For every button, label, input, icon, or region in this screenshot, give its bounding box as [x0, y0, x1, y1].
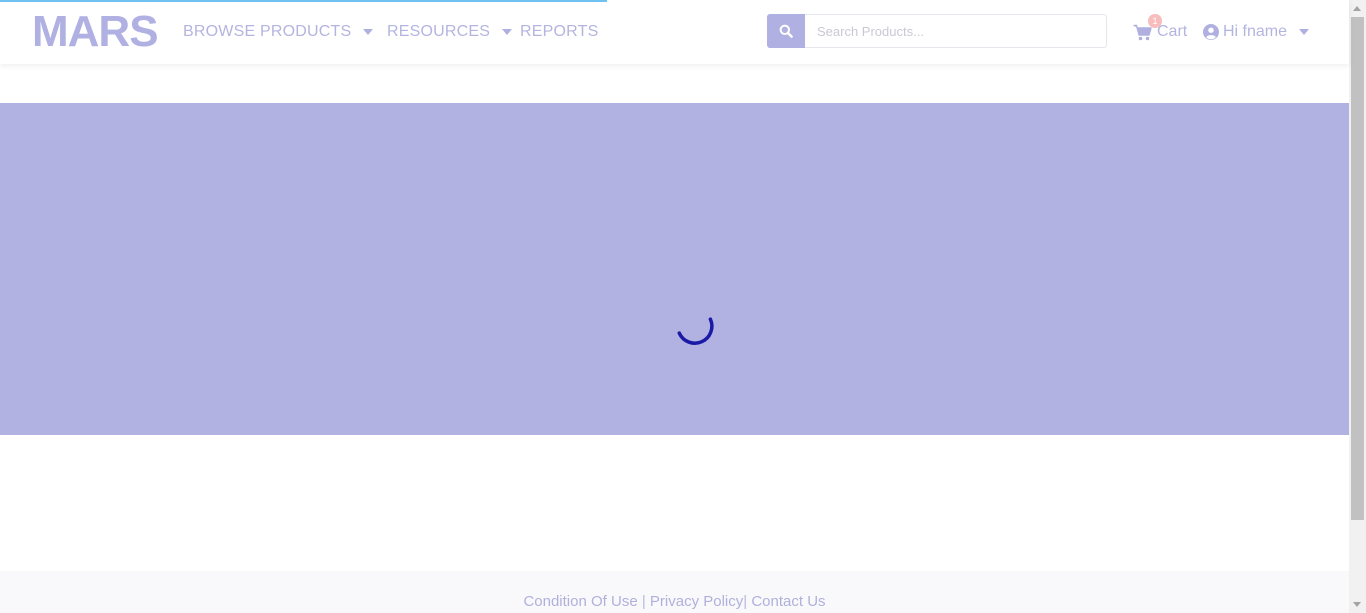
page-load-progress-bar [0, 0, 1349, 2]
footer-link-contact-us[interactable]: Contact Us [751, 593, 825, 610]
search-icon [779, 24, 793, 38]
nav-resources[interactable]: RESOURCES [387, 21, 513, 43]
chevron-down-icon [363, 29, 374, 35]
page-load-progress-fill [0, 0, 608, 2]
chevron-down-icon [502, 29, 513, 35]
cart-link[interactable]: 1 Cart [1133, 14, 1188, 44]
user-greeting: Hi fname [1223, 23, 1288, 40]
scroll-up-arrow-icon[interactable] [1353, 6, 1361, 11]
footer: Condition Of Use | Privacy Policy| Conta… [0, 571, 1349, 613]
cart-label: Cart [1157, 23, 1188, 40]
search-button[interactable] [767, 14, 805, 48]
chevron-down-icon [1299, 29, 1310, 35]
shopping-cart-icon [1133, 24, 1152, 40]
footer-separator: | [637, 593, 650, 610]
search-input[interactable] [805, 14, 1107, 48]
user-menu[interactable]: Hi fname [1203, 20, 1310, 44]
nav-reports-label: REPORTS [520, 23, 599, 40]
page: MARS BROWSE PRODUCTS RESOURCES REPORTS S… [0, 0, 1366, 613]
loading-overlay [0, 103, 1349, 435]
nav-browse-products[interactable]: BROWSE PRODUCTS [183, 21, 374, 43]
footer-link-condition-of-use[interactable]: Condition Of Use [523, 593, 637, 610]
mars-logo[interactable]: MARS [32, 9, 159, 55]
top-navbar: MARS BROWSE PRODUCTS RESOURCES REPORTS S… [0, 0, 1349, 64]
footer-link-privacy-policy[interactable]: Privacy Policy [650, 593, 743, 610]
nav-resources-label: RESOURCES [387, 23, 491, 40]
loading-spinner-icon [677, 317, 714, 345]
vertical-scrollbar[interactable] [1349, 0, 1366, 613]
scroll-down-arrow-icon[interactable] [1353, 602, 1361, 607]
nav-browse-products-label: BROWSE PRODUCTS [183, 23, 352, 40]
cart-count-badge: 1 [1148, 14, 1162, 28]
user-circle-icon [1203, 24, 1219, 40]
scrollbar-thumb[interactable] [1351, 17, 1364, 520]
nav-reports[interactable]: REPORTS [520, 21, 598, 43]
